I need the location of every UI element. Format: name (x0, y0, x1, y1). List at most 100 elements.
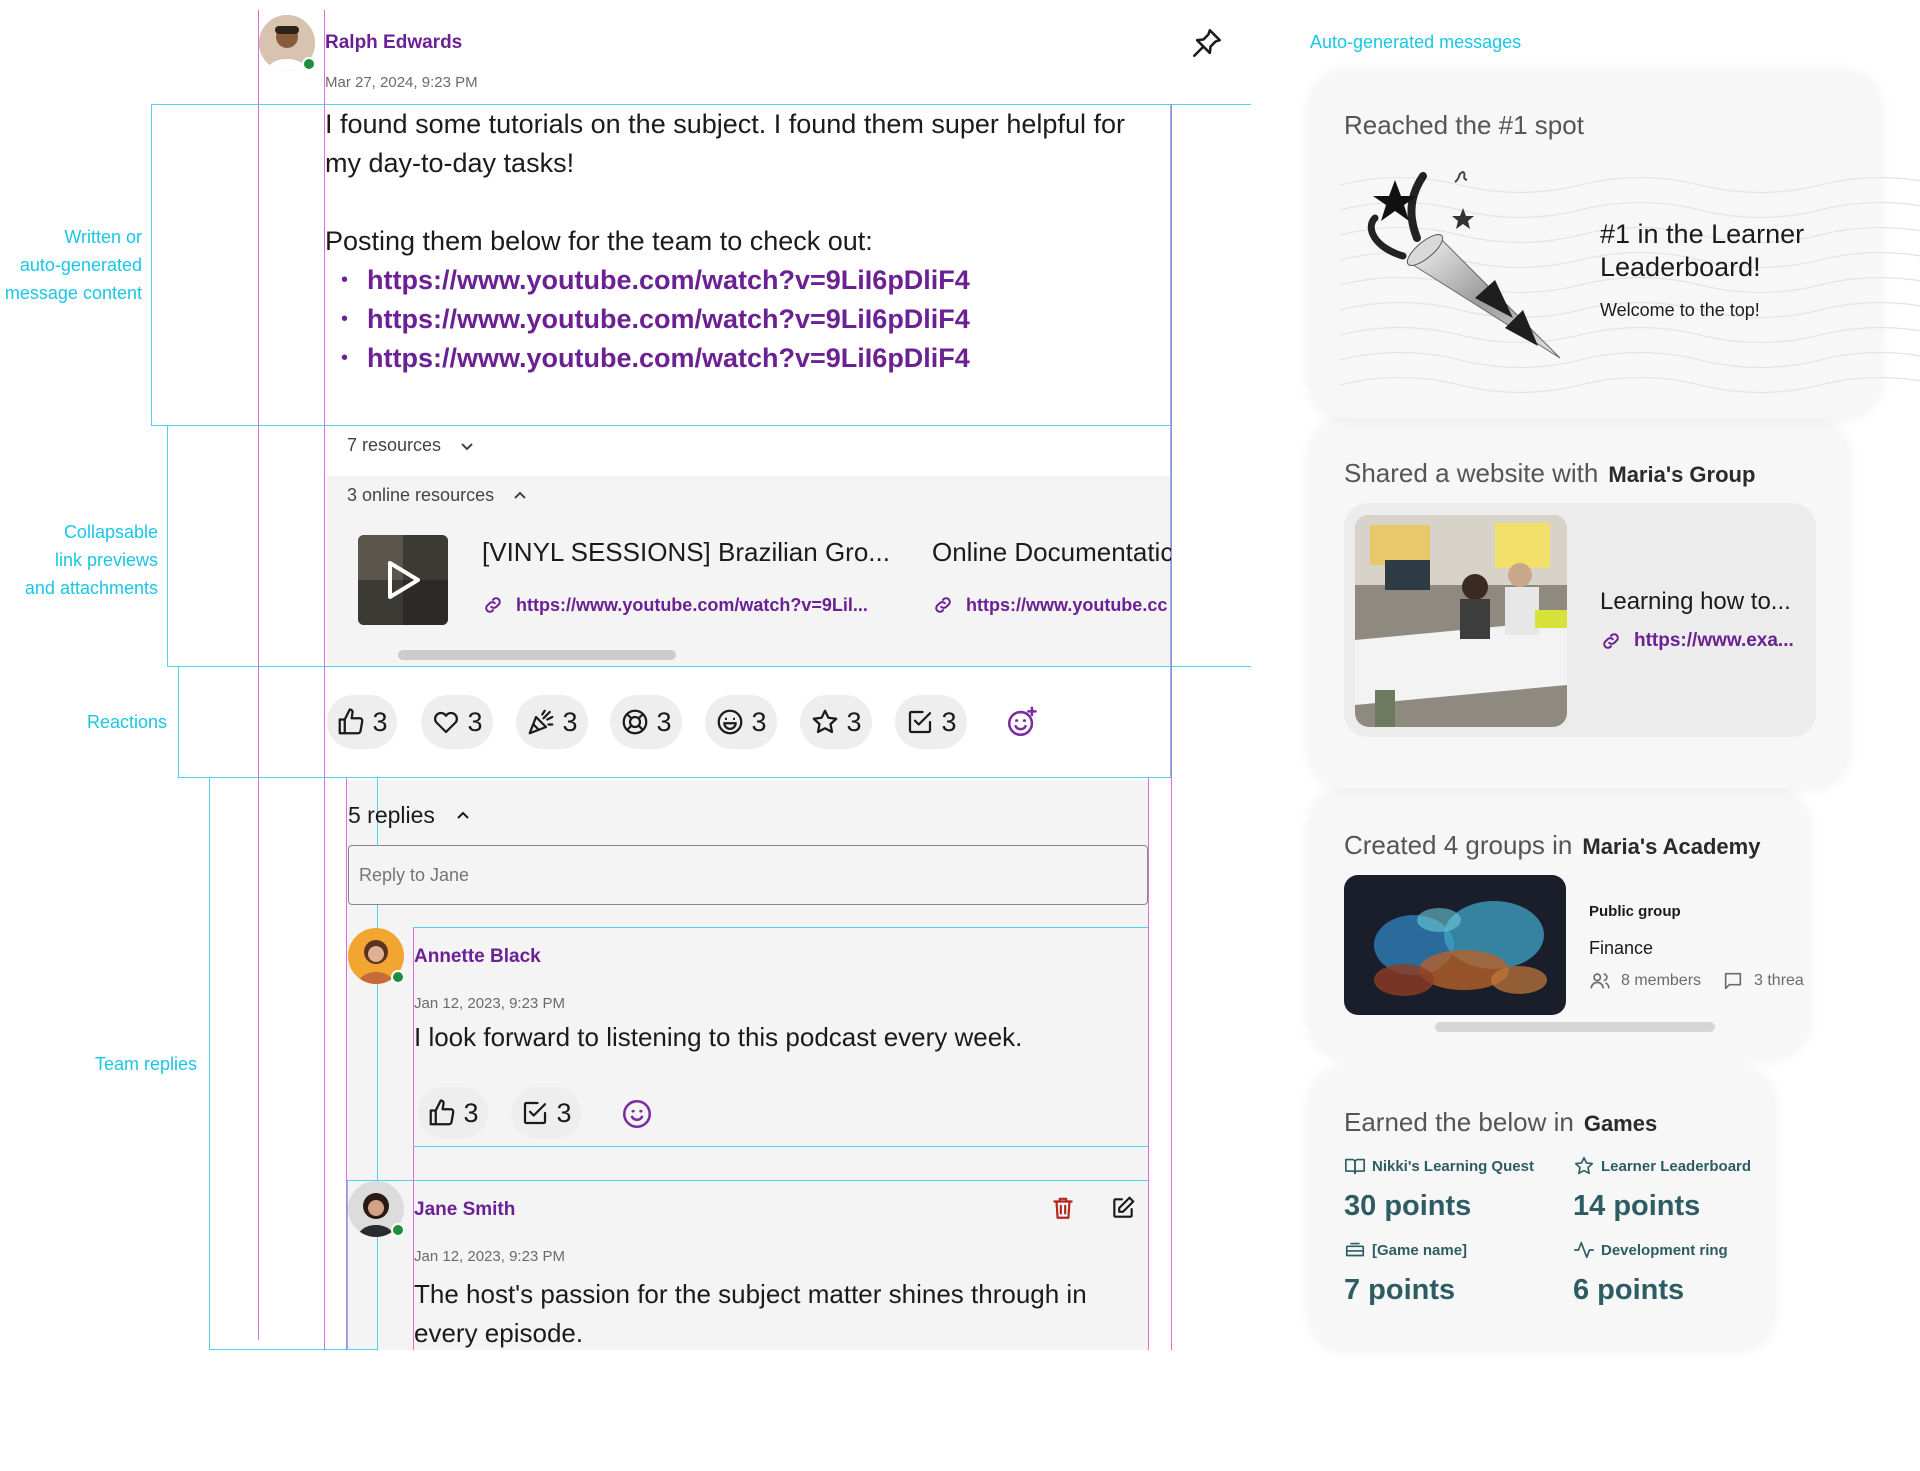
reaction-checkbox[interactable]: 3 (895, 695, 967, 749)
website-link[interactable]: https://www.exa... (1600, 630, 1794, 652)
reaction-party[interactable]: 3 (516, 695, 588, 749)
party-popper-icon (529, 709, 554, 735)
reaction-count: 3 (656, 706, 672, 737)
list-item: • https://www.youtube.com/watch?v=9LiI6p… (341, 339, 1165, 378)
reaction-count: 3 (372, 706, 388, 737)
reply-reaction-thumbs-up[interactable]: 3 (418, 1087, 488, 1139)
grin-face-icon (718, 709, 743, 735)
website-title[interactable]: Learning how to... (1600, 588, 1791, 616)
link-icon (1603, 633, 1619, 649)
group-name[interactable]: Maria's Group (1608, 462, 1755, 487)
message-paragraph: Posting them below for the team to check… (325, 226, 873, 256)
game-label: [Game name] (1344, 1239, 1467, 1261)
resource-thumbnail[interactable] (358, 535, 448, 625)
thumbs-up-icon (339, 708, 364, 735)
list-item: • https://www.youtube.com/watch?v=9LiI6p… (341, 261, 1165, 300)
reaction-star[interactable]: 3 (800, 695, 872, 749)
group-type: Public group (1589, 903, 1681, 920)
group-threads: 3 threa (1722, 970, 1808, 992)
chevron-up-icon (457, 811, 469, 819)
annotation-line: message content (4, 283, 142, 303)
annotation-team-replies: Team replies (94, 1054, 197, 1074)
online-resources-header: 3 online resources (347, 485, 495, 505)
reaction-lifebuoy[interactable]: 3 (610, 695, 682, 749)
guide-line (1148, 778, 1149, 1350)
activity-icon (1574, 1241, 1594, 1259)
star-icon (813, 709, 838, 734)
reaction-count: 3 (846, 706, 862, 737)
game-label: Learner Leaderboard (1573, 1155, 1751, 1177)
book-icon (1345, 1158, 1365, 1175)
academy-name[interactable]: Maria's Academy (1582, 834, 1760, 859)
annotation-reactions: Reactions (86, 712, 167, 732)
resource-link[interactable]: https://www.youtube.cc (932, 594, 1171, 616)
annotation-written-content: Written or auto-generated message conten… (0, 223, 142, 307)
reaction-heart[interactable]: 3 (421, 695, 493, 749)
leaderboard-card-header: Reached the #1 spot (1344, 110, 1584, 140)
reaction-thumbs-up[interactable]: 3 (327, 695, 397, 749)
game-name: [Game name] (1372, 1241, 1468, 1259)
bullet: • (341, 308, 349, 330)
leaderboard-subtitle: Welcome to the top! (1600, 300, 1760, 320)
online-status-dot (391, 970, 405, 984)
game-name: Learner Leaderboard (1601, 1157, 1752, 1175)
annotation-line: link previews (54, 550, 158, 570)
reply-author[interactable]: Annette Black (414, 946, 541, 968)
edit-icon[interactable] (1110, 1195, 1136, 1226)
link-icon (485, 597, 501, 613)
guide-line (258, 10, 259, 1340)
resource-title[interactable]: Online Documentatic (932, 537, 1171, 568)
online-resources-toggle[interactable]: 3 online resources (347, 485, 528, 506)
game-name: Development ring (1601, 1241, 1728, 1259)
game-points: 6 points (1573, 1274, 1685, 1306)
threads-count: 3 threa (1754, 972, 1804, 989)
star-icon (1574, 1156, 1594, 1175)
replies-toggle[interactable]: 5 replies (348, 802, 471, 829)
groups-scrollbar[interactable] (1435, 1022, 1715, 1032)
resource-link[interactable]: https://www.youtube.com/watch?v=9Lil... (482, 594, 868, 616)
reaction-count: 3 (463, 1097, 479, 1128)
reaction-grin[interactable]: 3 (705, 695, 777, 749)
replies-count: 5 replies (348, 802, 435, 828)
chevron-down-icon (461, 442, 473, 450)
delete-icon[interactable] (1050, 1195, 1076, 1226)
games-card-header: Earned the below in Games (1344, 1107, 1657, 1138)
pin-icon[interactable] (1190, 26, 1224, 65)
annotation-collapsible: Collapsable link previews and attachment… (0, 518, 158, 602)
add-reaction-icon[interactable] (1005, 705, 1039, 744)
annotation-line-mid (167, 666, 1251, 667)
resources-toggle[interactable]: 7 resources (347, 435, 475, 456)
reply-reaction-checkbox[interactable]: 3 (511, 1087, 581, 1139)
website-card-header-text: Shared a website with (1344, 458, 1599, 488)
message-link[interactable]: https://www.youtube.com/watch?v=9LiI6pDl… (367, 261, 970, 300)
group-thumbnail[interactable] (1344, 875, 1566, 1015)
reaction-count: 3 (751, 706, 767, 737)
message-link[interactable]: https://www.youtube.com/watch?v=9LiI6pDl… (367, 339, 970, 378)
annotation-line: and attachments (24, 578, 158, 598)
users-icon (1590, 973, 1610, 989)
video-play-icon (358, 535, 448, 625)
group-name[interactable]: Finance (1589, 938, 1653, 959)
resource-title[interactable]: [VINYL SESSIONS] Brazilian Gro... (482, 537, 890, 568)
annotation-line: Written or (64, 227, 142, 247)
thumbs-up-icon (430, 1099, 455, 1126)
groups-card-header-text: Created 4 groups in (1344, 830, 1573, 860)
heart-icon (434, 711, 459, 734)
resources-scrollbar[interactable] (398, 650, 676, 660)
lifebuoy-icon (623, 709, 648, 735)
bullet: • (341, 347, 349, 369)
games-section-name[interactable]: Games (1584, 1111, 1657, 1136)
game-console-icon (1345, 1242, 1365, 1257)
author-name[interactable]: Ralph Edwards (325, 32, 462, 54)
reply-text: The host's passion for the subject matte… (414, 1279, 1087, 1348)
website-thumbnail[interactable] (1355, 515, 1567, 727)
add-reaction-icon[interactable] (620, 1097, 654, 1136)
message-link[interactable]: https://www.youtube.com/watch?v=9LiI6pDl… (367, 300, 970, 339)
chevron-up-icon (514, 491, 526, 499)
reply-input[interactable] (348, 845, 1148, 905)
reply-author[interactable]: Jane Smith (414, 1199, 515, 1221)
annotation-line: Collapsable (63, 522, 158, 542)
party-horn-icon (1355, 168, 1570, 378)
game-points: 30 points (1344, 1190, 1472, 1222)
online-status-dot (391, 1223, 405, 1237)
